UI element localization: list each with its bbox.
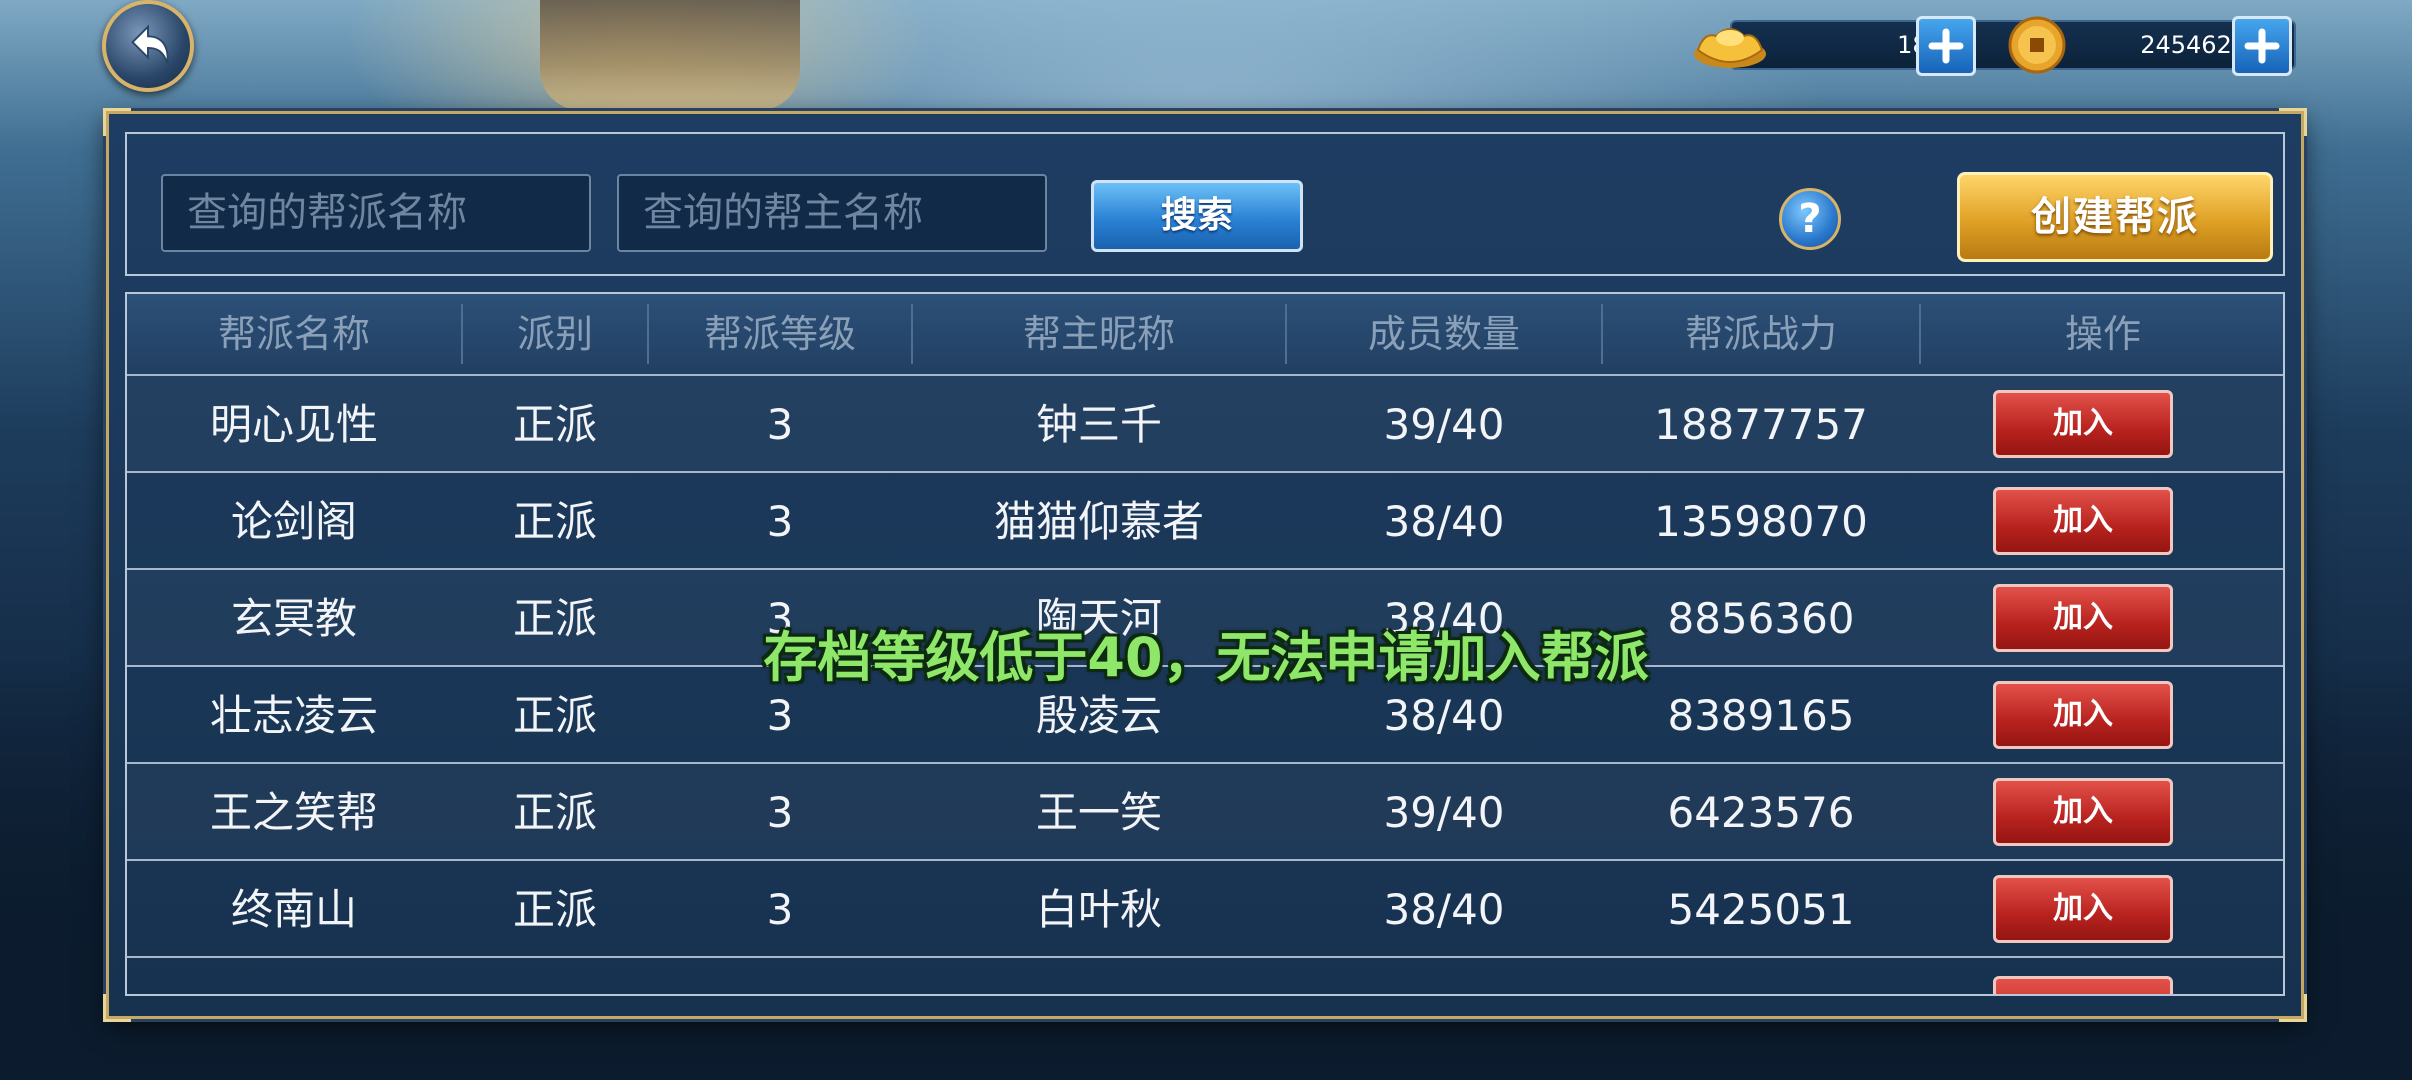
cell-faction: 正派 — [512, 788, 597, 837]
add-coin-button[interactable] — [2232, 16, 2292, 76]
guild-panel: 搜索 ? 创建帮派 帮派名称 派别 帮派等级 帮主昵称 成员数量 帮派战力 操作… — [103, 108, 2307, 1022]
cell-member-count: 39/40 — [1383, 400, 1505, 449]
table-row-partial — [127, 962, 2283, 994]
cell-leader-name: 猫猫仰慕者 — [993, 497, 1204, 546]
cell-faction: 正派 — [512, 497, 597, 546]
cell-guild-level: 3 — [766, 497, 794, 546]
back-button[interactable] — [102, 0, 194, 92]
cell-guild-name: 论剑阁 — [230, 497, 357, 546]
cell-member-count: 38/40 — [1383, 497, 1505, 546]
join-guild-button[interactable]: 加入 — [1993, 390, 2173, 458]
join-guild-button[interactable]: 加入 — [1993, 487, 2173, 555]
header-member-count: 成员数量 — [1367, 312, 1520, 356]
cell-guild-power: 13598070 — [1654, 497, 1868, 546]
cell-leader-name: 钟三千 — [1035, 400, 1162, 449]
header-guild-power: 帮派战力 — [1684, 312, 1837, 356]
search-button[interactable]: 搜索 — [1091, 180, 1303, 252]
search-bar-area: 搜索 ? 创建帮派 — [125, 132, 2285, 276]
create-guild-button[interactable]: 创建帮派 — [1957, 172, 2273, 262]
table-row: 论剑阁 正派 3 猫猫仰慕者 38/40 13598070 加入 — [127, 473, 2283, 570]
cell-guild-power: 5425051 — [1667, 885, 1855, 934]
cell-faction: 正派 — [512, 400, 597, 449]
cell-guild-name: 明心见性 — [209, 400, 378, 449]
cell-guild-name: 终南山 — [230, 885, 357, 934]
cell-leader-name: 白叶秋 — [1035, 885, 1162, 934]
table-row: 王之笑帮 正派 3 王一笑 39/40 6423576 加入 — [127, 764, 2283, 861]
copper-coin-icon — [2008, 16, 2066, 74]
join-guild-button[interactable]: 加入 — [1993, 778, 2173, 846]
cell-guild-level: 3 — [766, 788, 794, 837]
back-arrow-icon — [131, 24, 169, 64]
add-gold-button[interactable] — [1916, 16, 1976, 76]
toast-message: 存档等级低于40，无法申请加入帮派 — [763, 626, 1649, 689]
help-button[interactable]: ? — [1779, 188, 1841, 250]
gold-ingot-icon — [1694, 28, 1766, 68]
panel-corner — [103, 994, 131, 1022]
header-guild-level: 帮派等级 — [703, 312, 856, 356]
leader-name-search-input[interactable] — [617, 174, 1047, 252]
cell-guild-level: 3 — [766, 400, 794, 449]
cell-leader-name: 王一笑 — [1035, 788, 1162, 837]
join-guild-button[interactable]: 加入 — [1993, 875, 2173, 943]
header-faction: 派别 — [516, 312, 593, 356]
plus-icon — [1928, 28, 1964, 64]
cell-faction: 正派 — [512, 885, 597, 934]
cell-member-count: 39/40 — [1383, 788, 1505, 837]
guild-name-search-input[interactable] — [161, 174, 591, 252]
table-row: 明心见性 正派 3 钟三千 39/40 18877757 加入 — [127, 376, 2283, 473]
table-header: 帮派名称 派别 帮派等级 帮主昵称 成员数量 帮派战力 操作 — [127, 294, 2283, 376]
cell-guild-power: 6423576 — [1667, 788, 1855, 837]
header-leader-name: 帮主昵称 — [1022, 312, 1175, 356]
table-row: 终南山 正派 3 白叶秋 38/40 5425051 加入 — [127, 861, 2283, 958]
join-button-partial[interactable] — [1993, 976, 2173, 994]
background-building — [540, 0, 800, 110]
cell-guild-level: 3 — [766, 885, 794, 934]
header-action: 操作 — [2064, 312, 2141, 356]
panel-corner — [2279, 994, 2307, 1022]
cell-member-count: 38/40 — [1383, 885, 1505, 934]
header-guild-name: 帮派名称 — [217, 312, 370, 356]
cell-guild-name: 王之笑帮 — [209, 788, 378, 837]
plus-icon — [2244, 28, 2280, 64]
cell-guild-power: 18877757 — [1654, 400, 1868, 449]
